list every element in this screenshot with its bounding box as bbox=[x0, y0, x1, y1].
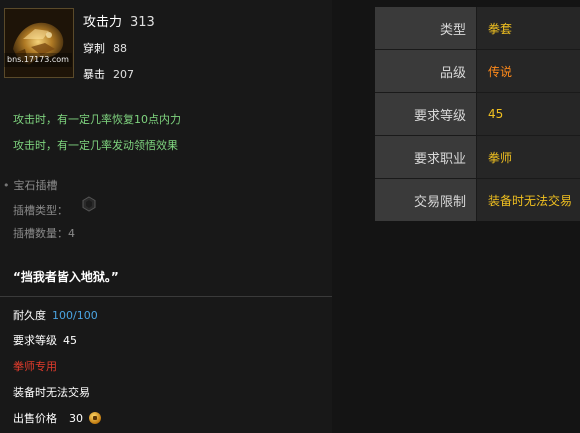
attribute-row: 类型 拳套 bbox=[375, 7, 580, 50]
bullet-icon: • bbox=[3, 179, 10, 192]
attribute-key: 交易限制 bbox=[375, 178, 477, 221]
attribute-key: 要求职业 bbox=[375, 135, 477, 179]
required-level-label: 要求等级 bbox=[13, 334, 57, 347]
divider bbox=[0, 296, 332, 297]
stat-pierce-label: 穿刺 bbox=[83, 42, 105, 55]
stat-attack-value: 313 bbox=[130, 15, 155, 30]
attribute-value: 拳套 bbox=[476, 7, 580, 50]
attribute-key: 类型 bbox=[375, 7, 477, 50]
effect-line: 攻击时，有一定几率恢复10点内力 bbox=[13, 113, 181, 126]
stat-attack: 攻击力 313 bbox=[83, 11, 155, 30]
attribute-row: 交易限制 装备时无法交易 bbox=[375, 178, 580, 221]
attribute-value: 拳师 bbox=[476, 135, 580, 179]
attribute-row: 要求职业 拳师 bbox=[375, 135, 580, 179]
attribute-row: 要求等级 45 bbox=[375, 92, 580, 136]
effect-line: 攻击时，有一定几率发动领悟效果 bbox=[13, 139, 178, 152]
sell-price-row: 出售价格 30 bbox=[13, 410, 101, 426]
attribute-row: 品级 传说 bbox=[375, 49, 580, 93]
sell-price-label: 出售价格 bbox=[13, 412, 57, 425]
required-level-row: 要求等级 45 bbox=[13, 332, 77, 348]
attribute-value: 装备时无法交易 bbox=[476, 178, 580, 221]
gem-slot-type-label: 插槽类型： bbox=[13, 204, 68, 217]
gem-slot-count-label: 插槽数量： bbox=[13, 227, 68, 240]
hexagon-slot-icon[interactable] bbox=[81, 196, 97, 212]
stat-pierce-value: 88 bbox=[113, 42, 127, 55]
item-tooltip: bns.17173.com 攻击力 313 穿刺 88 暴击 207 攻击时，有一定几… bbox=[0, 0, 332, 433]
gem-slot-count-value: 4 bbox=[68, 227, 75, 240]
gem-slot-header-label: 宝石插槽 bbox=[13, 179, 58, 192]
item-flavor-quote: “挡我者皆入地狱。” bbox=[13, 270, 119, 284]
durability-label: 耐久度 bbox=[13, 309, 46, 322]
sell-price-value: 30 bbox=[69, 412, 83, 425]
stat-crit: 暴击 207 bbox=[83, 66, 134, 82]
watermark-text: bns.17173.com bbox=[4, 53, 72, 67]
attribute-value: 传说 bbox=[476, 49, 580, 93]
required-level-value: 45 bbox=[63, 334, 77, 347]
durability-value: 100/100 bbox=[52, 309, 98, 322]
class-restriction: 拳师专用 bbox=[13, 360, 57, 373]
attribute-key: 要求等级 bbox=[375, 92, 477, 136]
attribute-table: 类型 拳套 品级 传说 要求等级 45 要求职业 拳师 交易限制 装备时无法交易 bbox=[375, 7, 580, 221]
stat-attack-label: 攻击力 bbox=[83, 15, 123, 30]
stat-crit-value: 207 bbox=[113, 68, 134, 81]
gem-slot-count: 插槽数量：4 bbox=[13, 225, 75, 241]
durability-row: 耐久度 100/100 bbox=[13, 307, 98, 323]
attribute-value: 45 bbox=[476, 92, 580, 136]
stat-crit-label: 暴击 bbox=[83, 68, 105, 81]
trade-restriction: 装备时无法交易 bbox=[13, 386, 90, 399]
attribute-key: 品级 bbox=[375, 49, 477, 93]
item-icon[interactable] bbox=[4, 8, 74, 78]
copper-coin-icon bbox=[89, 412, 101, 424]
stat-pierce: 穿刺 88 bbox=[83, 40, 127, 56]
gem-slot-header: • 宝石插槽 bbox=[3, 177, 58, 193]
